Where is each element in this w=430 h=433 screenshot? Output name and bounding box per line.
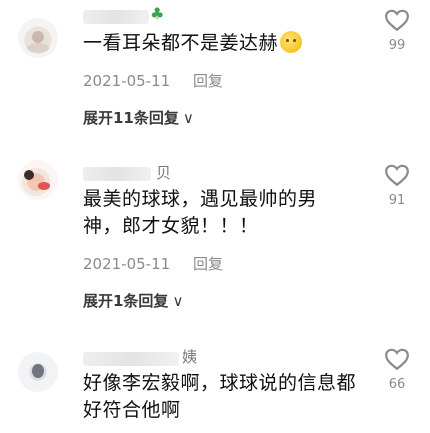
chevron-down-icon: ∨ bbox=[172, 292, 184, 310]
comment-date: 2021-05-11 bbox=[83, 72, 171, 90]
username-tail: 姨 bbox=[182, 348, 198, 366]
like-button[interactable]: 66 bbox=[382, 347, 412, 392]
like-count: 66 bbox=[388, 377, 406, 392]
clover-icon: ♣ bbox=[150, 4, 165, 23]
like-button[interactable]: 99 bbox=[382, 8, 412, 53]
username[interactable] bbox=[83, 167, 151, 181]
avatar[interactable] bbox=[18, 160, 58, 200]
username[interactable] bbox=[83, 10, 149, 24]
reply-button[interactable]: 回复 bbox=[193, 255, 223, 273]
like-button[interactable]: 91 bbox=[382, 163, 412, 208]
heart-outline-icon bbox=[385, 164, 409, 187]
comment-meta: 2021-05-11 回复 bbox=[83, 70, 223, 91]
chevron-down-icon: ∨ bbox=[182, 109, 194, 127]
avatar[interactable] bbox=[18, 18, 58, 58]
expand-replies-button[interactable]: 展开1条回复 ∨ bbox=[83, 290, 183, 311]
expand-replies-button[interactable]: 展开11条回复 ∨ bbox=[83, 107, 194, 128]
flushed-face-icon bbox=[280, 31, 303, 53]
expand-replies-label: 展开11条回复 bbox=[83, 109, 179, 127]
heart-outline-icon bbox=[385, 348, 409, 371]
like-count: 91 bbox=[388, 193, 406, 208]
comment-text: 好像李宏毅啊，球球说的信息都好符合他啊 bbox=[83, 372, 357, 421]
comment-date: 2021-05-11 bbox=[83, 255, 171, 273]
comment-text-content: 一看耳朵都不是姜达赫 bbox=[83, 32, 279, 54]
like-count: 99 bbox=[388, 38, 406, 53]
reply-button[interactable]: 回复 bbox=[193, 72, 223, 90]
comment-text: 最美的球球，遇见最帅的男神，郎才女貌！！！ bbox=[83, 188, 318, 237]
username-tail: 贝 bbox=[156, 164, 172, 182]
comment-meta: 2021-05-11 回复 bbox=[83, 253, 223, 274]
comment-text: 一看耳朵都不是姜达赫 bbox=[83, 30, 363, 57]
username[interactable] bbox=[83, 352, 179, 366]
expand-replies-label: 展开1条回复 bbox=[83, 292, 169, 310]
avatar[interactable] bbox=[18, 352, 58, 392]
heart-outline-icon bbox=[385, 9, 409, 32]
